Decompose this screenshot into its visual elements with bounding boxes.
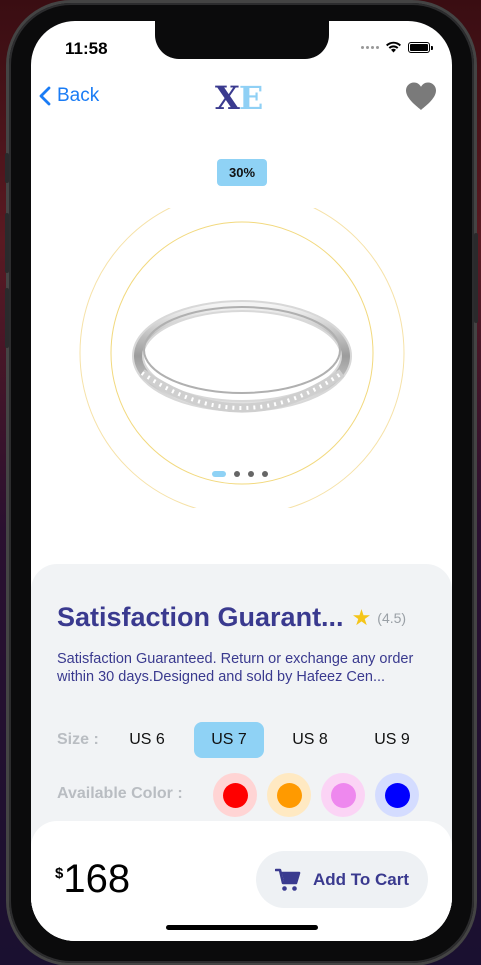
size-option-us9[interactable]: US 9 — [357, 722, 427, 758]
product-image — [79, 190, 405, 516]
chevron-left-icon — [39, 86, 51, 106]
price: $ 168 — [55, 857, 130, 902]
pager-dot[interactable] — [262, 471, 268, 477]
home-indicator[interactable] — [166, 925, 318, 930]
color-option-orange[interactable] — [267, 773, 311, 817]
cart-icon — [274, 868, 301, 891]
size-option-us7[interactable]: US 7 — [194, 722, 264, 758]
price-amount: 168 — [63, 857, 131, 901]
pager-dot[interactable] — [248, 471, 254, 477]
pager-dot[interactable] — [234, 471, 240, 477]
power-button — [474, 233, 478, 323]
rating-value: (4.5) — [377, 609, 407, 626]
star-icon: ★ — [351, 604, 372, 630]
discount-badge: 30% — [217, 159, 267, 186]
volume-down-button — [5, 288, 9, 348]
status-icons — [361, 41, 433, 53]
size-selector: Size : US 6 US 7 US 8 US 9 — [57, 722, 437, 758]
title-row: Satisfaction Guarant... ★ (4.5) — [57, 602, 437, 633]
size-label: Size : — [57, 731, 99, 748]
product-image-carousel[interactable] — [77, 190, 407, 516]
color-option-red[interactable] — [213, 773, 257, 817]
mute-switch — [5, 153, 9, 183]
app-screen: 11:58 Back XE 30% Satisfaction Guarant..… — [31, 21, 452, 941]
product-description: Satisfaction Guaranteed. Return or excha… — [57, 651, 414, 685]
size-option-us8[interactable]: US 8 — [275, 722, 345, 758]
add-to-cart-label: Add To Cart — [312, 869, 409, 889]
image-pager[interactable] — [212, 471, 268, 477]
cellular-signal-icon — [361, 45, 379, 49]
volume-up-button — [5, 213, 9, 273]
product-title: Satisfaction Guarant... — [57, 602, 344, 632]
notch — [155, 21, 329, 59]
status-time: 11:58 — [65, 39, 108, 58]
pager-dot-active[interactable] — [212, 471, 226, 477]
checkout-bar: $ 168 Add To Cart — [31, 821, 452, 941]
price-currency: $ — [55, 865, 64, 882]
color-option-pink[interactable] — [321, 773, 365, 817]
color-option-blue[interactable] — [375, 773, 419, 817]
nav-bar: Back XE — [31, 77, 452, 117]
back-label: Back — [57, 85, 100, 106]
brand-logo: XE — [215, 79, 263, 117]
wifi-icon — [386, 41, 401, 53]
color-selector: Available Color : — [57, 773, 437, 817]
favorite-heart-icon[interactable] — [404, 81, 438, 116]
size-option-us6[interactable]: US 6 — [112, 722, 182, 758]
add-to-cart-button[interactable]: Add To Cart — [256, 851, 428, 908]
battery-icon — [408, 41, 433, 53]
color-label: Available Color : — [57, 785, 183, 802]
back-button[interactable]: Back — [39, 85, 99, 107]
